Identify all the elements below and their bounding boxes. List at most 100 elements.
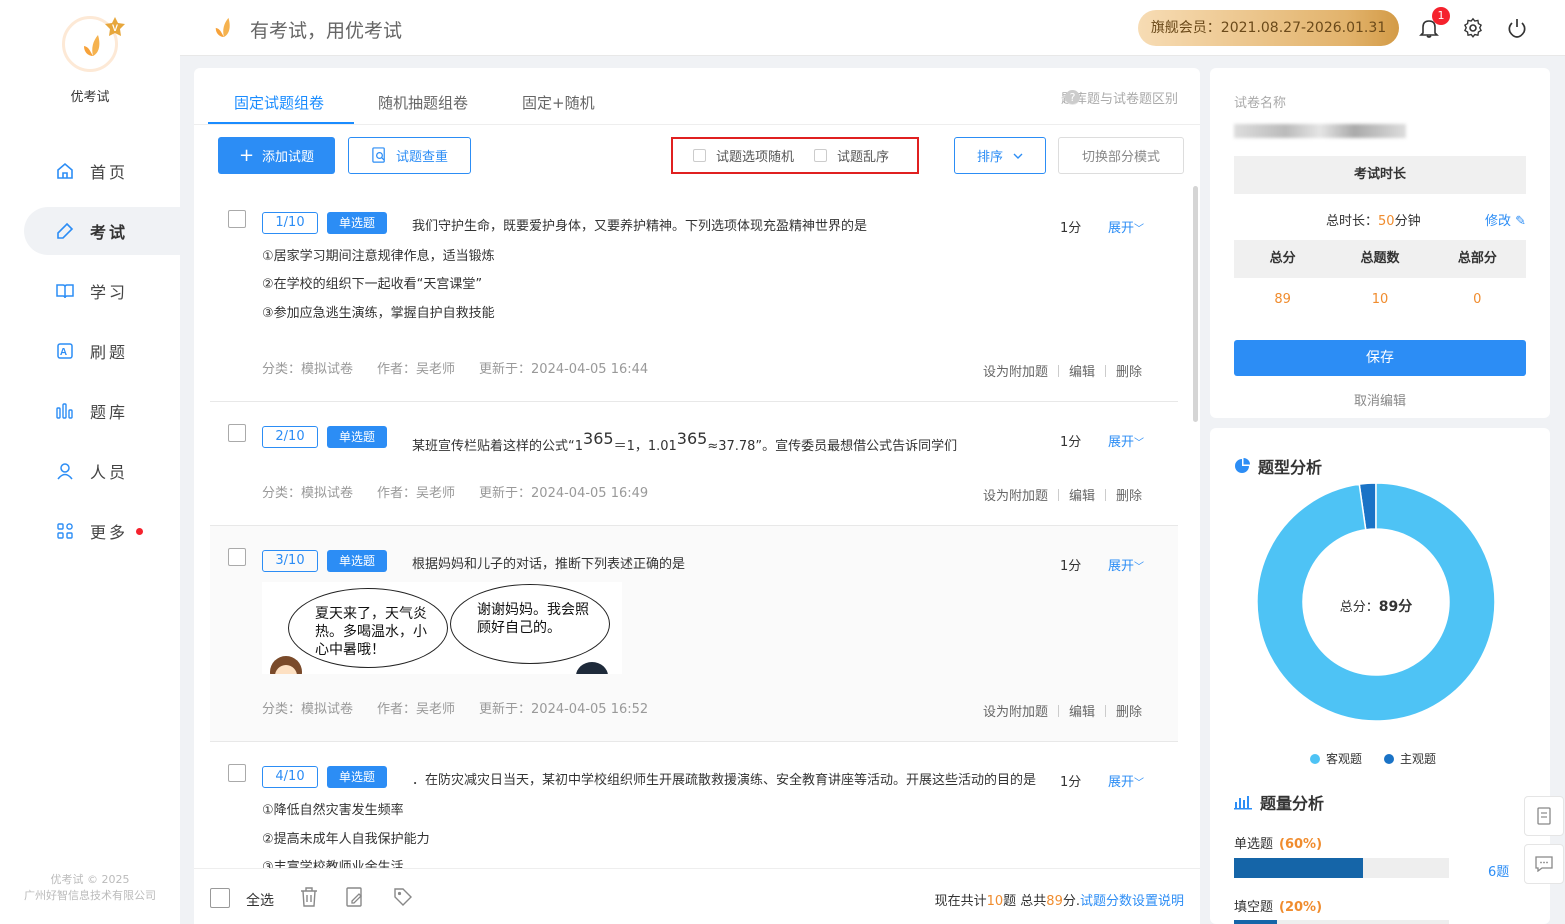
duration-row: 总时长：50分钟 修改 ✎ [1234,210,1526,229]
sidebar-item-exam[interactable]: 考试 [24,207,180,255]
sidebar-label: 题库 [90,403,129,422]
trash-icon[interactable] [298,886,320,908]
question-actions: 设为附加题 编辑 删除 [983,361,1142,380]
book-icon [56,284,74,299]
add-question-button[interactable]: + 添加试题 [218,137,335,174]
cancel-edit-button[interactable]: 取消编辑 [1234,390,1526,409]
expand-link[interactable]: 展开﹀ [1108,431,1144,450]
bar-chart-icon [1234,796,1252,810]
practice-icon: A [57,343,73,359]
question-updated: 更新于：2024-04-05 16:44 [479,362,649,377]
sidebar-item-study[interactable]: 学习 [24,267,180,315]
set-extra-link[interactable]: 设为附加题 [983,361,1048,380]
total-questions-value: 10 [1371,292,1389,307]
notes-float-button[interactable] [1524,796,1564,836]
home-icon [57,162,73,179]
option-random-checkbox[interactable] [693,149,706,162]
batch-edit-icon[interactable] [344,886,366,908]
sort-label: 排序 [976,150,1003,165]
gear-icon[interactable] [1462,17,1484,39]
sidebar-item-home[interactable]: 首页 [24,147,180,195]
question-number: 1/10 [262,212,318,234]
delete-link[interactable]: 删除 [1116,361,1142,380]
expand-link[interactable]: 展开﹀ [1108,771,1144,790]
copyright-line: 优考试 © 2025 [50,873,130,886]
footer-bar: 全选 现在共计10题 总共89分.试题分数设置说明 [194,868,1200,924]
question-category: 分类：模拟试卷 [262,702,354,717]
chevron-down-icon [1013,153,1023,159]
document-icon [1537,807,1551,825]
bar-count: 6题 [1488,865,1510,880]
notification-count: 1 [1432,7,1450,25]
question-type-badge: 单选题 [327,766,387,788]
question-score: 1分 [1060,559,1082,574]
bar-type: 单选题 [1234,837,1274,852]
save-button[interactable]: 保存 [1234,340,1526,376]
tab-fixed-random[interactable]: 固定+随机 [522,92,595,113]
question-checkbox[interactable] [228,424,246,442]
duplicate-check-button[interactable]: 试题查重 [348,137,471,174]
tag-icon[interactable] [392,886,414,908]
edit-duration-link[interactable]: 修改 ✎ [1485,210,1526,229]
son-figure-icon [576,662,608,674]
question-type-badge: 单选题 [327,550,387,572]
stem-exponent: 365 [583,429,614,448]
tab-fixed[interactable]: 固定试题组卷 [234,92,324,113]
vip-badge-icon: V [105,17,125,36]
exam-icon [57,222,74,239]
stem-part: ＝1，1.01 [613,439,677,454]
logo-leaf-icon [84,35,100,56]
edit-link[interactable]: 编辑 [1069,701,1095,720]
select-all-label[interactable]: 全选 [246,890,274,910]
question-item: 4/10 单选题 ．在防灾减灾日当天，某初中学校组织师生开展疏散救援演练、安全教… [210,742,1178,868]
question-checkbox[interactable] [228,210,246,228]
score-setting-help-link[interactable]: 试题分数设置说明 [1080,894,1184,909]
select-all-checkbox[interactable] [210,888,230,908]
switch-section-mode-button[interactable]: 切换部分模式 [1058,137,1184,174]
chevron-down-icon: ﹀ [1134,438,1145,449]
shuffle-checkbox[interactable] [814,149,828,162]
set-extra-link[interactable]: 设为附加题 [983,485,1048,504]
count-analysis-title: 题量分析 [1234,790,1324,814]
paper-name-label: 试卷名称 [1234,96,1287,111]
set-extra-link[interactable]: 设为附加题 [983,701,1048,720]
sidebar-item-users[interactable]: 人员 [24,447,180,495]
edit-link[interactable]: 编辑 [1069,485,1095,504]
chevron-down-icon: ﹀ [1134,224,1145,235]
sidebar-item-more[interactable]: 更多 [24,507,180,555]
option-random-label: 试题选项随机 [716,150,795,165]
summary-total: 89 [1046,894,1063,909]
sidebar-item-practice[interactable]: A 刷题 [24,327,180,375]
summary-count: 10 [986,894,1004,909]
tab-help-link[interactable]: 题库题与试卷题区别? [1061,88,1178,107]
stem-part: 某班宣传栏贴着这样的公式“1 [412,439,584,454]
question-number: 2/10 [262,426,318,448]
donut-center-label: 总分：89分 [1256,596,1496,616]
expand-label: 展开 [1108,775,1135,790]
bar-type: 填空题 [1234,900,1274,915]
question-author: 作者：吴老师 [377,486,456,501]
total-score-value: 89 [1274,292,1291,307]
expand-link[interactable]: 展开﹀ [1108,217,1144,236]
total-value: 89分 [1378,599,1413,615]
paper-name-blurred [1234,124,1406,138]
member-badge[interactable]: 旗舰会员：2021.08.27-2026.01.31 [1138,10,1399,46]
delete-link[interactable]: 删除 [1116,701,1142,720]
sort-button[interactable]: 排序 [954,137,1046,174]
duration-unit: 分钟 [1394,214,1421,229]
edit-link[interactable]: 编辑 [1069,361,1095,380]
pie-chart-icon [1235,458,1250,473]
expand-link[interactable]: 展开﹀ [1108,555,1144,574]
power-icon[interactable] [1506,17,1528,39]
tab-random[interactable]: 随机抽题组卷 [378,92,468,113]
question-checkbox[interactable] [228,548,246,566]
question-checkbox[interactable] [228,764,246,782]
chat-float-button[interactable] [1524,844,1564,884]
count-analysis-label: 题量分析 [1260,794,1325,813]
question-option: ②在学校的组织下一起收看“天宫课堂” [262,277,483,292]
delete-link[interactable]: 删除 [1116,485,1142,504]
sidebar-item-bank[interactable]: 题库 [24,387,180,435]
question-list-scrollbar[interactable] [1193,186,1198,422]
shuffle-label: 试题乱序 [837,150,890,165]
copyright-company: 广州好智信息技术有限公司 [24,889,156,902]
